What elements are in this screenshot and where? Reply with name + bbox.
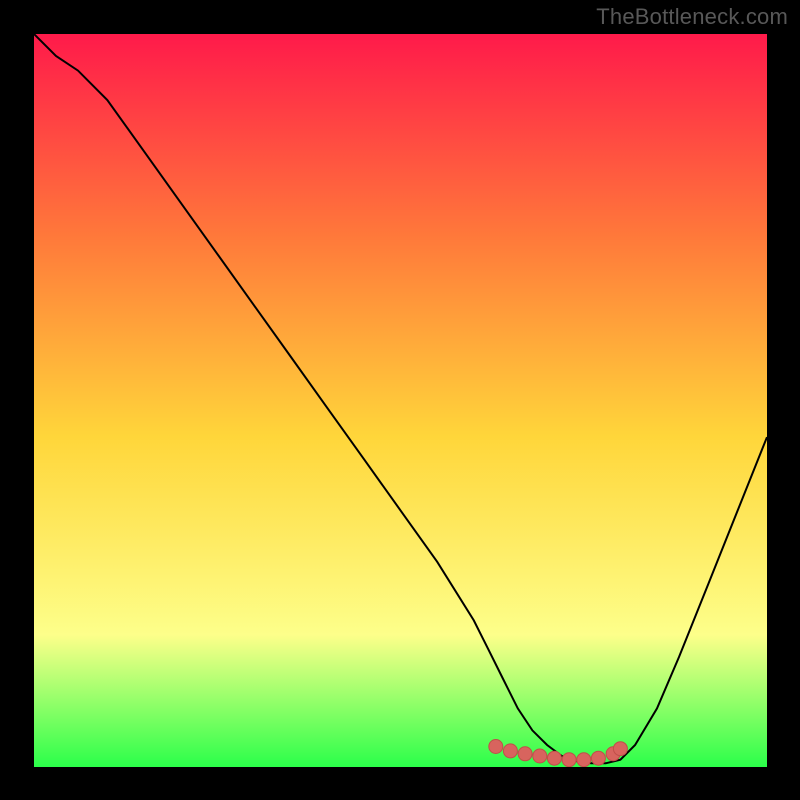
plot-area <box>34 34 767 767</box>
bottleneck-chart <box>34 34 767 767</box>
optimal-marker <box>489 740 503 754</box>
optimal-marker <box>613 742 627 756</box>
optimal-marker <box>533 749 547 763</box>
optimal-marker <box>503 744 517 758</box>
optimal-marker <box>577 753 591 767</box>
optimal-marker <box>591 751 605 765</box>
watermark-text: TheBottleneck.com <box>596 4 788 30</box>
chart-frame: TheBottleneck.com <box>0 0 800 800</box>
optimal-marker <box>518 747 532 761</box>
gradient-background <box>34 34 767 767</box>
optimal-marker <box>562 753 576 767</box>
optimal-marker <box>547 751 561 765</box>
